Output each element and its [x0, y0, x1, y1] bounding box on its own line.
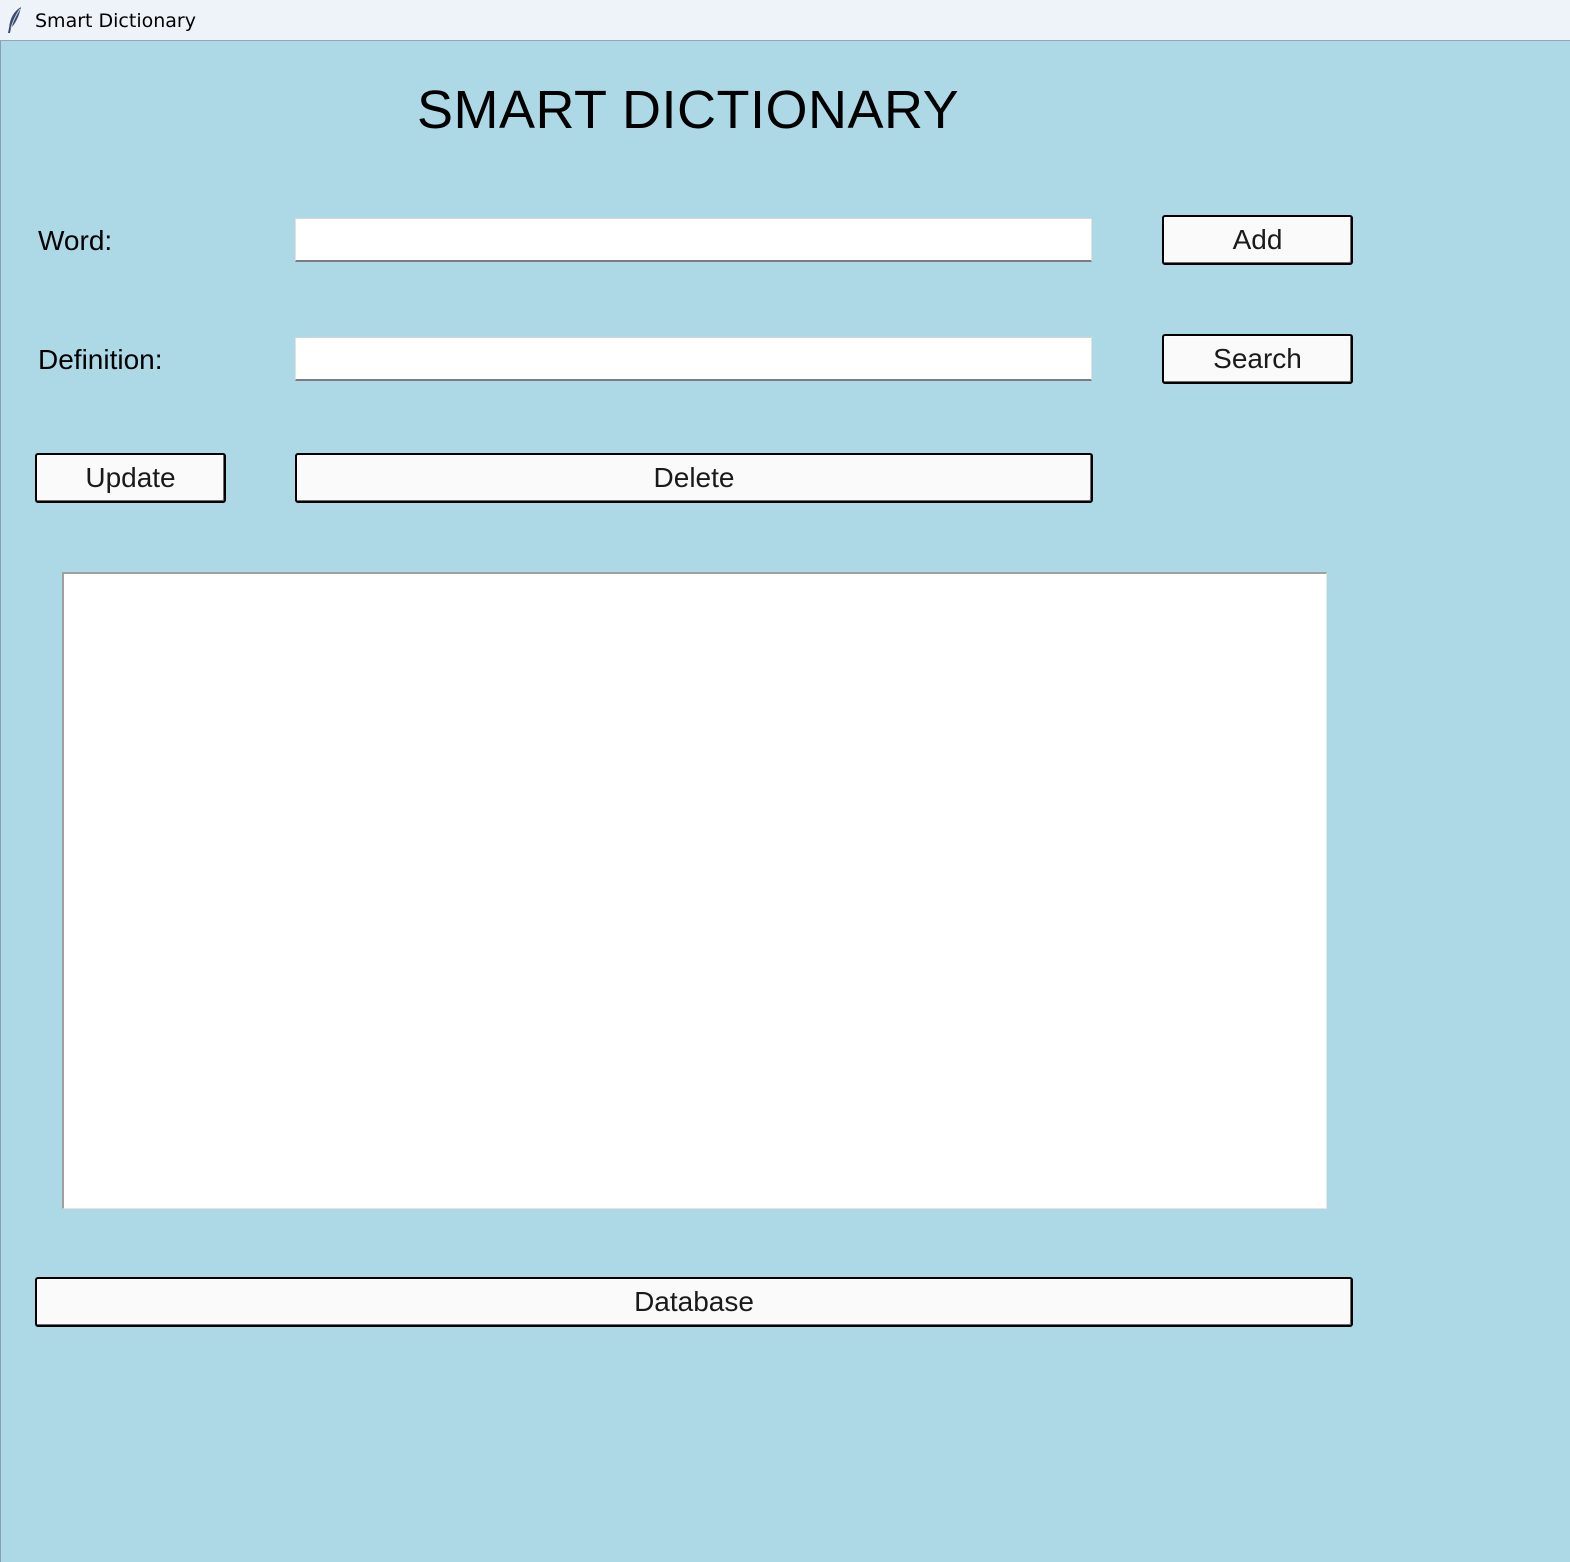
window-title: Smart Dictionary [35, 10, 196, 32]
add-button[interactable]: Add [1162, 215, 1353, 265]
title-bar[interactable]: Smart Dictionary [0, 0, 1570, 41]
word-input[interactable] [295, 218, 1092, 262]
feather-icon [6, 6, 24, 34]
search-button[interactable]: Search [1162, 334, 1353, 384]
delete-button[interactable]: Delete [295, 453, 1093, 503]
page-title: SMART DICTIONARY [417, 80, 960, 140]
word-label: Word: [38, 225, 113, 256]
database-button[interactable]: Database [35, 1277, 1353, 1327]
definition-label: Definition: [38, 344, 163, 375]
results-listbox[interactable] [62, 572, 1327, 1209]
definition-input[interactable] [295, 337, 1092, 381]
update-button[interactable]: Update [35, 453, 226, 503]
app-window: Smart Dictionary SMART DICTIONARY Word: … [0, 0, 1570, 1562]
